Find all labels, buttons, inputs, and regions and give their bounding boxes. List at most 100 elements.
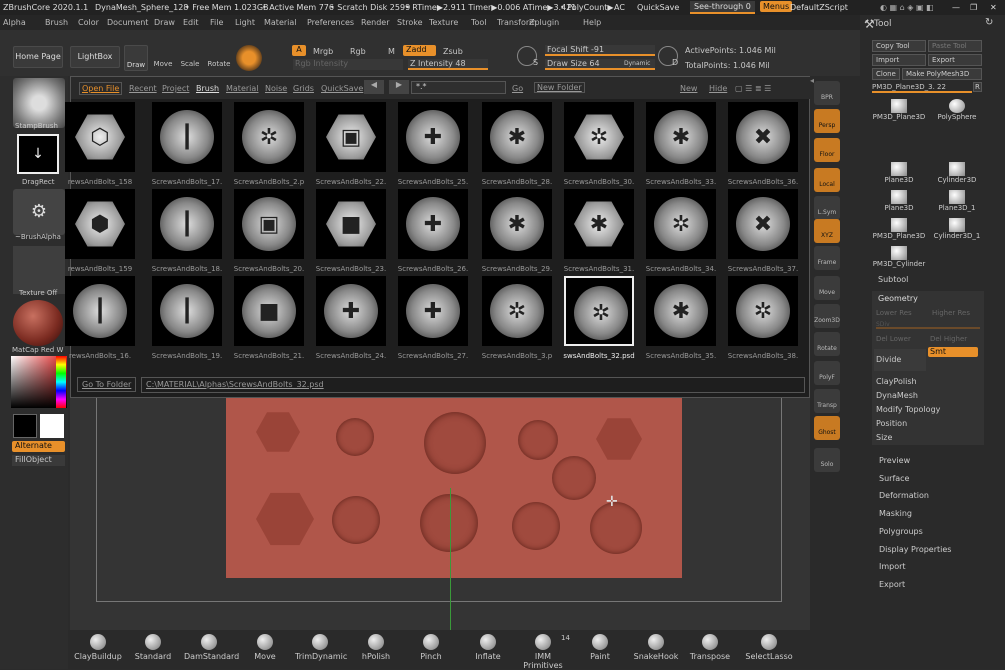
primary-color-swatch[interactable] [13, 414, 37, 438]
alpha-thumbnail[interactable]: ■ [234, 276, 304, 346]
brush-move[interactable]: Move [240, 630, 290, 669]
tool-section-import[interactable]: Import [879, 562, 906, 571]
menu-draw[interactable]: Draw [154, 18, 175, 27]
mrgb-button[interactable]: Mrgb [313, 47, 333, 56]
matcap-sphere-icon[interactable] [13, 300, 63, 346]
tab-quicksave[interactable]: QuickSave [321, 84, 363, 93]
import-button[interactable]: Import [872, 54, 926, 66]
alpha-thumbnail[interactable]: ✲ [646, 189, 716, 259]
dock-lsym[interactable]: L.Sym [814, 196, 840, 220]
rgb-button[interactable]: Rgb [350, 47, 366, 56]
brush-transpose[interactable]: Transpose [685, 630, 735, 669]
dock-persp[interactable]: Persp [814, 109, 840, 133]
dock-polyf[interactable]: PolyF [814, 361, 840, 385]
brush-paint[interactable]: Paint [575, 630, 625, 669]
quicksave-button[interactable]: QuickSave [637, 3, 679, 12]
document-canvas[interactable]: ✛ [70, 398, 810, 630]
alpha-thumbnail[interactable]: ✱ [646, 276, 716, 346]
tool-title[interactable]: Tool [874, 19, 891, 29]
menu-file[interactable]: File [210, 18, 223, 27]
tool-thumb[interactable]: PolySphere [930, 97, 984, 139]
alpha-thumbnail[interactable]: ✱ [482, 102, 552, 172]
tool-thumb[interactable]: PM3D_Plane3D [872, 216, 926, 242]
menu-document[interactable]: Document [107, 18, 148, 27]
alternate-button[interactable]: Alternate [12, 441, 65, 452]
close-icon[interactable]: ✕ [990, 3, 997, 12]
export-button[interactable]: Export [928, 54, 982, 66]
scale-button[interactable]: Scale [179, 45, 201, 71]
alpha-thumbnail[interactable]: ┃ [152, 102, 222, 172]
z-intensity-slider[interactable]: Z Intensity 48 [408, 59, 488, 70]
tool-section-display-properties[interactable]: Display Properties [879, 545, 951, 554]
alpha-thumbnail[interactable]: ✲ [728, 276, 798, 346]
tab-open-file[interactable]: Open File [79, 82, 123, 95]
tab-recent[interactable]: Recent [129, 84, 157, 93]
move-button[interactable]: Move [152, 45, 174, 71]
sdiv-slider[interactable]: SDiv [876, 321, 980, 329]
brush-hpolish[interactable]: hPolish [351, 630, 401, 669]
tool-section-preview[interactable]: Preview [879, 456, 910, 465]
copy-tool-button[interactable]: Copy Tool [872, 40, 926, 52]
window-icons[interactable]: ◐ ▦ ⌂ ◈ ▣ ◧ [880, 3, 934, 12]
alpha-thumbnail[interactable]: ▣ [316, 102, 386, 172]
current-tool-slider[interactable]: PM3D_Plane3D_3. 22 [872, 83, 972, 93]
alpha-thumbnail[interactable]: ┃ [152, 189, 222, 259]
menu-help[interactable]: Help [583, 18, 601, 27]
dock-move[interactable]: Move [814, 276, 840, 300]
a-button[interactable]: A [292, 45, 306, 56]
alpha-thumbnail[interactable]: ⬡ [65, 102, 135, 172]
menu-tool[interactable]: Tool [471, 18, 487, 27]
tab-noise[interactable]: Noise [265, 84, 287, 93]
rgb-intensity-slider[interactable]: Rgb Intensity [293, 59, 403, 70]
tab-grids[interactable]: Grids [293, 84, 314, 93]
alpha-thumbnail[interactable]: ✚ [316, 276, 386, 346]
new-folder-button[interactable]: New Folder [534, 82, 585, 93]
alpha-thumbnail[interactable]: ✱ [564, 189, 634, 259]
draw-button[interactable]: Draw [124, 45, 148, 71]
dock-floor[interactable]: Floor [814, 138, 840, 162]
tool-section-surface[interactable]: Surface [879, 474, 909, 483]
geometry-item[interactable]: DynaMesh [876, 391, 918, 400]
menu-color[interactable]: Color [78, 18, 99, 27]
brush-claybuildup[interactable]: ClayBuildup [73, 630, 123, 669]
tab-brush[interactable]: Brush [196, 84, 219, 93]
dock-transp[interactable]: Transp [814, 389, 840, 413]
tab-project[interactable]: Project [162, 84, 189, 93]
minimize-icon[interactable]: — [952, 3, 960, 12]
lower-res-button[interactable]: Lower Res [876, 309, 912, 317]
menu-alpha[interactable]: Alpha [3, 18, 26, 27]
del-higher-button[interactable]: Del Higher [930, 335, 967, 343]
tab-material[interactable]: Material [226, 84, 259, 93]
tool-thumb[interactable]: PM3D_Plane3D [872, 97, 926, 139]
alpha-thumbnail[interactable]: ✚ [398, 189, 468, 259]
alpha-thumbnail[interactable]: ✲ [564, 102, 634, 172]
tool-thumb[interactable]: Plane3D [872, 160, 926, 186]
home-page-button[interactable]: Home Page [13, 46, 63, 68]
menu-render[interactable]: Render [361, 18, 389, 27]
prev-arrow-icon[interactable]: ◀ [364, 80, 384, 94]
stamp-brush-icon[interactable] [13, 78, 65, 128]
geometry-item[interactable]: ClayPolish [876, 377, 917, 386]
new-button[interactable]: New [680, 84, 697, 93]
alpha-thumbnail[interactable]: ⬢ [65, 189, 135, 259]
alpha-thumbnail[interactable]: ┃ [152, 276, 222, 346]
dock-zoom3d[interactable]: Zoom3D [814, 304, 840, 328]
dock-frame[interactable]: Frame [814, 246, 840, 270]
alpha-thumbnail[interactable]: ✱ [646, 102, 716, 172]
drag-rect-icon[interactable]: ↓ [17, 134, 59, 174]
fillobject-button[interactable]: FillObject [12, 455, 65, 466]
paste-tool-button[interactable]: Paste Tool [928, 40, 982, 52]
dock-xyz[interactable]: XYZ [814, 219, 840, 243]
lightbox-button[interactable]: LightBox [70, 46, 120, 68]
geometry-item[interactable]: Modify Topology [876, 405, 940, 414]
menu-preferences[interactable]: Preferences [307, 18, 354, 27]
subtool-section[interactable]: Subtool [878, 275, 908, 284]
geometry-item[interactable]: Position [876, 419, 907, 428]
brush-inflate[interactable]: Inflate [463, 630, 513, 669]
alpha-thumbnail[interactable]: ✖ [728, 102, 798, 172]
alpha-thumbnail[interactable]: ✱ [482, 189, 552, 259]
menu-texture[interactable]: Texture [429, 18, 458, 27]
brush-pinch[interactable]: Pinch [406, 630, 456, 669]
tool-thumb[interactable]: PM3D_Cylinder [872, 244, 926, 270]
tool-thumb[interactable]: Cylinder3D_1 [930, 216, 984, 242]
